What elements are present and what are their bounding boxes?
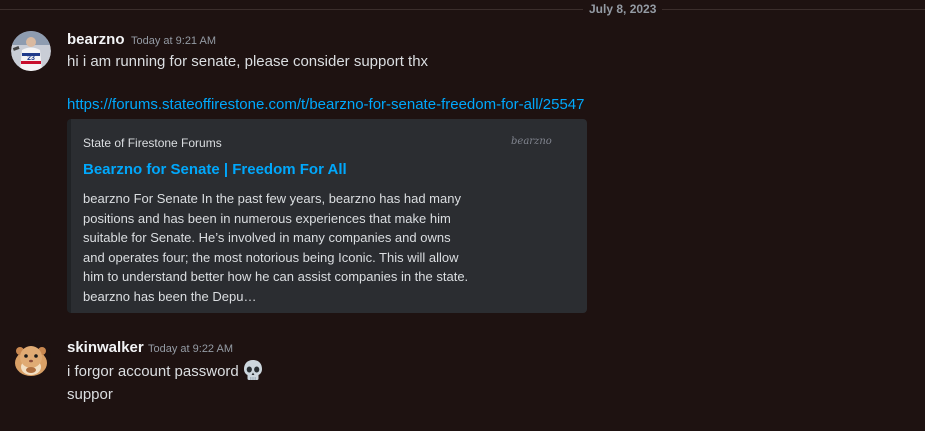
- date-divider: [0, 9, 925, 10]
- hamster-avatar-icon: [11, 339, 51, 379]
- username[interactable]: bearzno: [67, 31, 125, 49]
- skull-emoji-icon[interactable]: [242, 359, 264, 381]
- link-embed: State of Firestone Forums bearzno Bearzn…: [67, 119, 587, 313]
- svg-text:23: 23: [27, 55, 35, 62]
- message-link[interactable]: https://forums.stateoffirestone.com/t/be…: [67, 95, 584, 115]
- embed-title[interactable]: Bearzno for Senate | Freedom For All: [83, 160, 347, 180]
- avatar[interactable]: 23: [11, 31, 51, 71]
- timestamp: Today at 9:21 AM: [131, 35, 216, 47]
- embed-provider[interactable]: State of Firestone Forums: [83, 136, 222, 150]
- embed-description: bearzno For Senate In the past few years…: [83, 191, 469, 304]
- message-line: i forgor account password: [67, 363, 239, 380]
- hockey-player-avatar-icon: 23: [11, 31, 51, 71]
- message-line: suppor: [67, 386, 113, 403]
- avatar[interactable]: [11, 339, 51, 379]
- timestamp: Today at 9:22 AM: [148, 343, 233, 355]
- message-text: hi i am running for senate, please consi…: [67, 53, 429, 70]
- date-divider-label: July 8, 2023: [583, 2, 663, 16]
- embed-thumbnail[interactable]: bearzno: [511, 136, 552, 148]
- username[interactable]: skinwalker: [67, 339, 144, 357]
- message-text: i forgor account password: [67, 359, 264, 382]
